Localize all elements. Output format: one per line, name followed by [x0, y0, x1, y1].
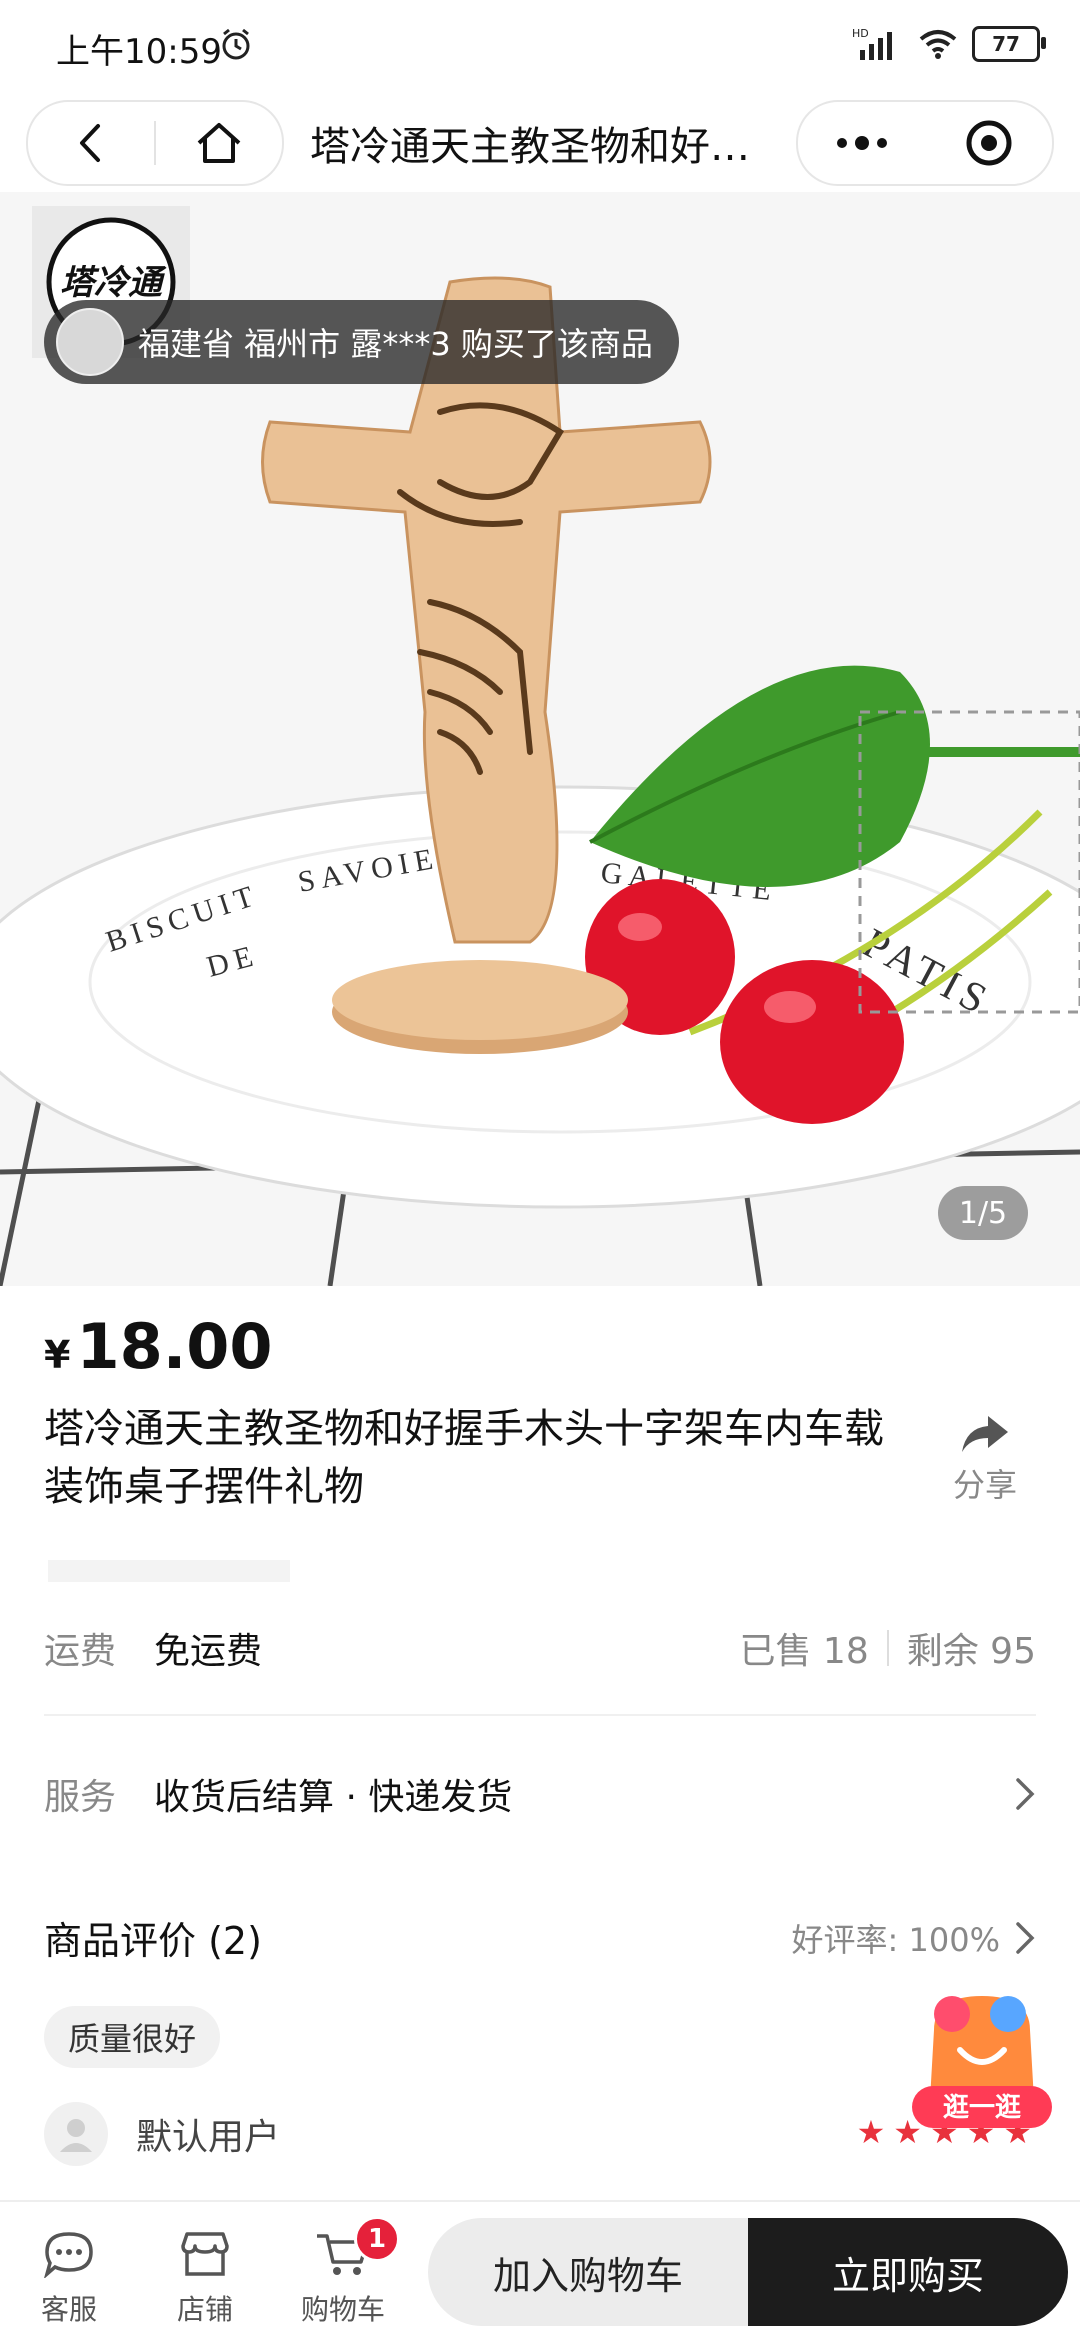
customer-service-tab[interactable]: 客服 [14, 2230, 124, 2328]
service-label: 服务 [44, 1777, 117, 1818]
currency-symbol: ¥ [44, 1333, 71, 1377]
add-to-cart-button[interactable]: 加入购物车 [428, 2218, 748, 2326]
divider [886, 1630, 889, 1666]
star-icon: ★ [856, 2113, 886, 2151]
status-bar: 上午10:59 HD 77 [0, 0, 1080, 96]
shipping-row: 运费 免运费 已售 18 剩余 95 [44, 1622, 1036, 1674]
share-icon [962, 1416, 1008, 1452]
customer-service-label: 客服 [40, 2293, 97, 2326]
divider [44, 1714, 1036, 1716]
review-item: 默认用户 [44, 2102, 280, 2166]
browse-promo-button[interactable]: 逛一逛 [904, 1990, 1060, 2132]
sold-count: 已售 18 [739, 1631, 869, 1672]
bottom-action-bar: 客服 店铺 购物车 1 加入购物车 立即购买 [0, 2200, 1080, 2342]
image-counter: 1/5 [938, 1186, 1028, 1240]
more-dots-icon [836, 136, 887, 150]
product-image-carousel[interactable]: BISCUIT SAVOIE DE GALETTE PATIS 塔冷通 福建省 … [0, 192, 1080, 1286]
store-icon [181, 2232, 229, 2276]
service-value: 收货后结算 · 快递发货 [154, 1777, 513, 1818]
store-label: 店铺 [176, 2293, 233, 2326]
share-label: 分享 [952, 1466, 1017, 1504]
back-button[interactable] [28, 102, 154, 184]
nav-bar: 塔冷通天主教圣物和好握手木头十字架车内车载装饰桌子摆件礼物 [0, 96, 1080, 192]
signal-icon: HD [852, 27, 892, 60]
service-row[interactable]: 服务 收货后结算 · 快递发货 [44, 1768, 1036, 1820]
share-button[interactable]: 分享 [940, 1414, 1030, 1506]
product-title: 塔冷通天主教圣物和好握手木头十字架车内车载装饰桌子摆件礼物 [44, 1406, 884, 1510]
review-tag[interactable]: 质量很好 [44, 2006, 221, 2068]
battery-level: 77 [992, 32, 1020, 56]
store-tab[interactable]: 店铺 [150, 2230, 260, 2328]
chevron-right-icon [1016, 1921, 1035, 1954]
battery-icon: 77 [972, 26, 1046, 62]
avatar [44, 2102, 108, 2166]
price-value: 18.00 [76, 1310, 273, 1383]
alarm-icon [222, 28, 250, 60]
close-miniprogram-button[interactable] [925, 102, 1052, 184]
cart-tab[interactable]: 购物车 1 [288, 2216, 400, 2328]
shop-logo-text: 塔冷通 [60, 264, 167, 302]
home-button[interactable] [156, 102, 282, 184]
reviews-title: 商品评价 (2) [44, 1919, 262, 1963]
purchase-notice-text: 福建省 福州市 露***3 购买了该商品 [138, 325, 653, 363]
positive-rate: 好评率: 100% [791, 1920, 1000, 1959]
buy-now-button[interactable]: 立即购买 [748, 2218, 1068, 2326]
shipping-label: 运费 [44, 1631, 117, 1672]
status-time: 上午10:59 [56, 32, 222, 72]
reviews-header[interactable]: 商品评价 (2) 好评率: 100% [44, 1910, 1036, 1965]
nav-capsule-left [26, 100, 284, 186]
more-button[interactable] [798, 102, 925, 184]
network-type: HD [852, 27, 869, 40]
chevron-left-icon [80, 124, 100, 162]
loading-placeholder [48, 1560, 290, 1582]
chevron-right-icon [1016, 1778, 1035, 1810]
chat-icon [43, 2232, 93, 2280]
wifi-icon [919, 30, 957, 59]
shopping-bag-icon: 逛一逛 [912, 1996, 1052, 2128]
buyer-avatar [56, 308, 124, 376]
cart-label: 购物车 [300, 2293, 385, 2326]
page-title: 塔冷通天主教圣物和好握手木头十字架车内车载装饰桌子摆件礼物 [310, 124, 750, 170]
price: ¥18.00 [44, 1310, 273, 1383]
target-icon [966, 120, 1011, 166]
cart-count-badge: 1 [354, 2216, 400, 2262]
shipping-value: 免运费 [154, 1631, 263, 1672]
user-icon [60, 2119, 92, 2152]
purchase-notice: 福建省 福州市 露***3 购买了该商品 [44, 300, 679, 384]
reviewer-name: 默认用户 [136, 2117, 281, 2158]
home-icon [197, 123, 241, 163]
nav-capsule-right [796, 100, 1054, 186]
browse-promo-label: 逛一逛 [943, 2092, 1021, 2123]
remaining-count: 剩余 95 [906, 1631, 1036, 1672]
